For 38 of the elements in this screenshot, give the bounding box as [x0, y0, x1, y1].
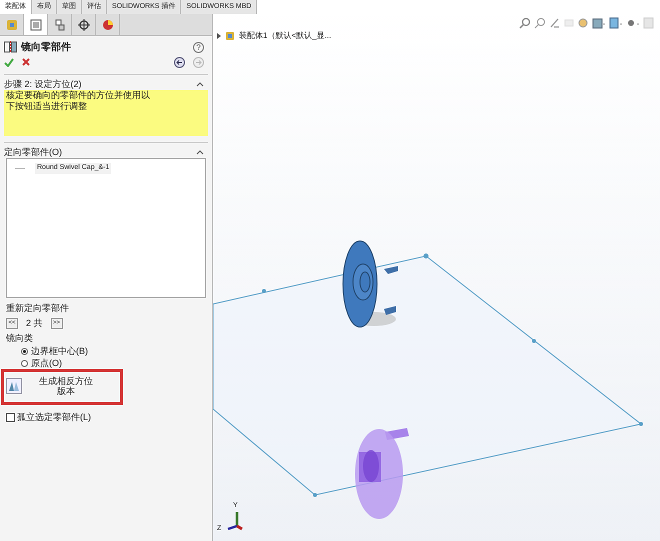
axis-triad-drawing	[228, 512, 243, 530]
ok-check-icon[interactable]	[4, 58, 14, 66]
back-arrow-icon[interactable]	[174, 56, 185, 68]
assembly-tree-icon[interactable]	[4, 18, 18, 32]
mirror-type-label: 镜向类	[6, 332, 34, 345]
collapse-caret-icon[interactable]	[196, 82, 204, 87]
panel-title: 镜向零部件	[21, 40, 72, 54]
configuration-icon[interactable]	[52, 18, 66, 32]
radio-option[interactable]: 边界框中心(B)	[21, 346, 88, 358]
mirror-component-icon	[4, 41, 17, 53]
create-opposite-button[interactable]: 生成相反方位	[39, 376, 93, 386]
tree-item[interactable]: 装配体1（默认<默认_显...	[239, 30, 332, 42]
appearance-ball-icon[interactable]	[100, 18, 114, 32]
hide-show-icon[interactable]	[609, 17, 623, 29]
section-title: 步骤 2: 设定方位(2)	[4, 78, 83, 90]
message-line: 核定要确向的零部件的方位并使用以	[6, 90, 150, 101]
appearance-icon[interactable]	[626, 17, 640, 29]
message-line: 下按钮适当进行调整	[6, 101, 87, 112]
help-button[interactable]: ?	[193, 42, 204, 52]
tree-line	[15, 168, 25, 169]
property-sheet-icon[interactable]	[28, 18, 42, 32]
counter-text: 2 共	[26, 316, 43, 330]
cancel-x-icon[interactable]	[22, 58, 30, 66]
display-style-icon[interactable]	[592, 17, 606, 29]
crosshair-icon[interactable]	[76, 18, 90, 32]
expand-arrow-icon[interactable]	[217, 33, 221, 39]
create-opposite-button[interactable]: 版本	[57, 386, 75, 396]
flip-parts-icon[interactable]	[6, 378, 22, 394]
previous-view-icon[interactable]	[549, 17, 561, 29]
view-orientation-icon[interactable]	[577, 17, 589, 29]
reorient-label: 重新定向零部件	[6, 302, 70, 315]
collapse-caret-icon[interactable]	[196, 150, 204, 155]
radio-option[interactable]: 原点(O)	[21, 358, 62, 370]
zoom-icon[interactable]	[519, 17, 531, 29]
isolate-checkbox[interactable]: 孤立选定零部件(L)	[6, 410, 206, 424]
section-title: 定向零部件(O)	[4, 146, 63, 159]
zoom-area-icon[interactable]	[534, 17, 546, 29]
assembly-icon	[225, 31, 235, 41]
